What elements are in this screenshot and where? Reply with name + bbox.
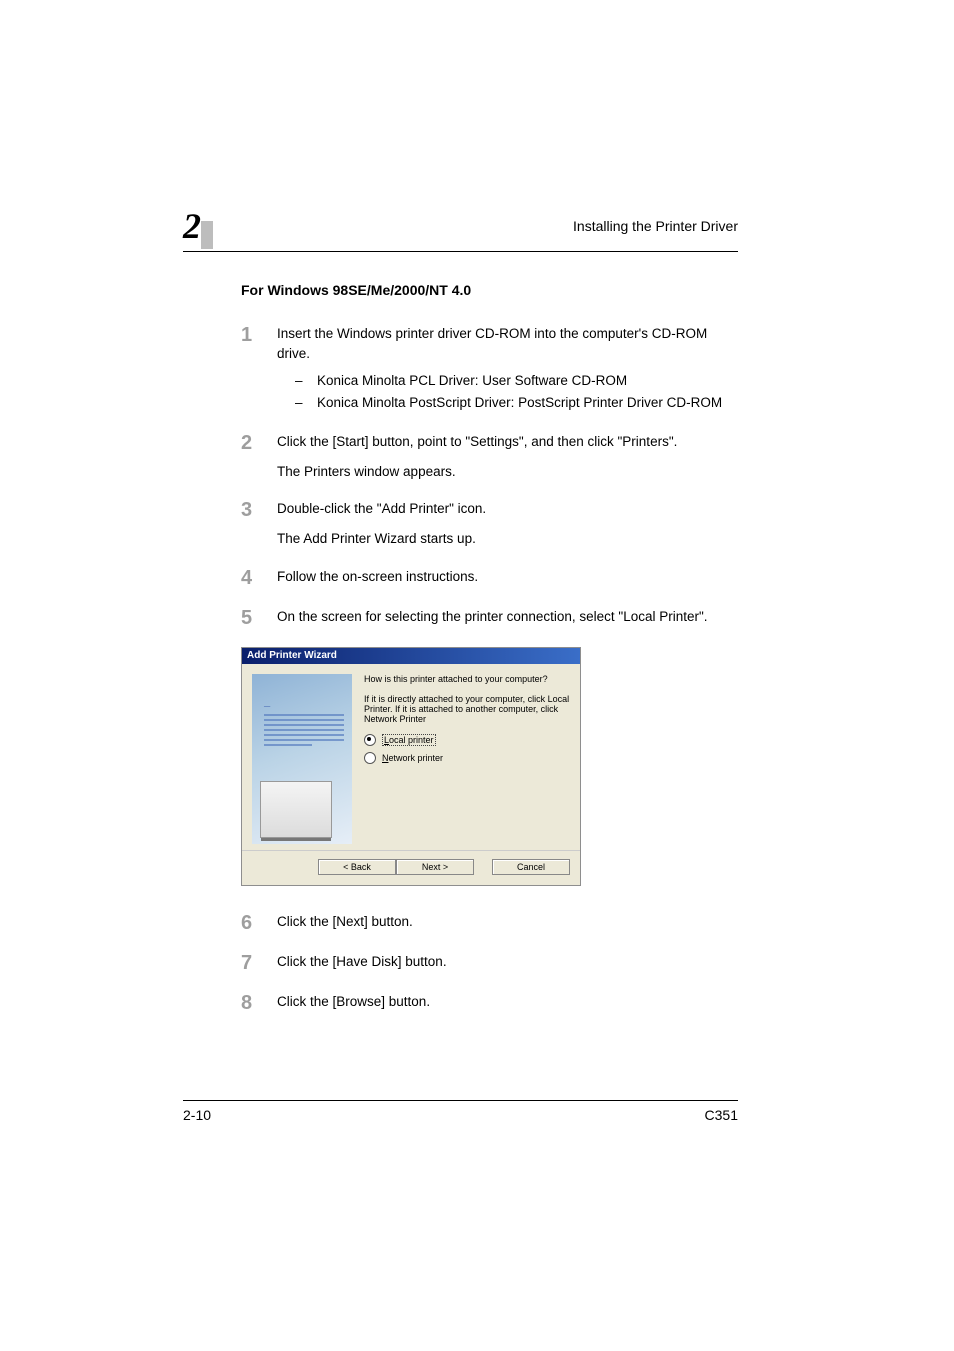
step-number: 6 — [241, 912, 277, 934]
step-text: Click the [Browse] button. — [277, 992, 738, 1012]
step-number: 4 — [241, 567, 277, 589]
wizard-footer: < Back Next > Cancel — [242, 850, 580, 885]
step-number: 1 — [241, 324, 277, 414]
manual-page: 2 Installing the Printer Driver For Wind… — [0, 0, 954, 1351]
wizard-description: If it is directly attached to your compu… — [364, 694, 570, 724]
radio-icon — [364, 734, 376, 746]
step: 8 Click the [Browse] button. — [241, 992, 738, 1014]
wizard-titlebar: Add Printer Wizard — [242, 648, 580, 664]
wizard-body: — How is this printer attached to your c… — [242, 664, 580, 850]
wizard-question: How is this printer attached to your com… — [364, 674, 570, 684]
add-printer-wizard-dialog: Add Printer Wizard — How is this printer… — [241, 647, 581, 886]
next-button[interactable]: Next > — [396, 859, 474, 875]
page-header: 2 Installing the Printer Driver — [183, 205, 738, 252]
step: 5 On the screen for selecting the printe… — [241, 607, 738, 629]
sub-item: – Konica Minolta PCL Driver: User Softwa… — [295, 371, 738, 391]
wizard-content: How is this printer attached to your com… — [352, 674, 570, 844]
back-button[interactable]: < Back — [318, 859, 396, 875]
dash-icon: – — [295, 393, 317, 413]
page-footer: 2-10 C351 — [183, 1100, 738, 1123]
radio-icon — [364, 752, 376, 764]
radio-local-printer[interactable]: Local printer — [364, 734, 570, 746]
sub-text: Konica Minolta PostScript Driver: PostSc… — [317, 393, 722, 413]
chapter-number-shadow — [201, 221, 213, 249]
step: 6 Click the [Next] button. — [241, 912, 738, 934]
step-body: Click the [Start] button, point to "Sett… — [277, 432, 738, 481]
step-text: Double-click the "Add Printer" icon. — [277, 499, 738, 519]
step: 1 Insert the Windows printer driver CD-R… — [241, 324, 738, 414]
step: 3 Double-click the "Add Printer" icon. T… — [241, 499, 738, 548]
model-number: C351 — [705, 1107, 738, 1123]
wizard-sidebar-image: — — [252, 674, 352, 844]
step-text: Click the [Have Disk] button. — [277, 952, 738, 972]
step-after: The Printers window appears. — [277, 462, 738, 482]
radio-label: Local printer — [382, 734, 436, 746]
step-body: Double-click the "Add Printer" icon. The… — [277, 499, 738, 548]
step-number: 5 — [241, 607, 277, 629]
step: 2 Click the [Start] button, point to "Se… — [241, 432, 738, 481]
section-title: For Windows 98SE/Me/2000/NT 4.0 — [241, 282, 738, 298]
step-text: On the screen for selecting the printer … — [277, 607, 738, 627]
step-text: Follow the on-screen instructions. — [277, 567, 738, 587]
header-title: Installing the Printer Driver — [573, 218, 738, 234]
step-after: The Add Printer Wizard starts up. — [277, 529, 738, 549]
step-body: Insert the Windows printer driver CD-ROM… — [277, 324, 738, 414]
step-number: 2 — [241, 432, 277, 481]
step-number: 3 — [241, 499, 277, 548]
page-number: 2-10 — [183, 1107, 211, 1123]
step-body: On the screen for selecting the printer … — [277, 607, 738, 629]
step-text: Click the [Start] button, point to "Sett… — [277, 432, 738, 452]
step: 4 Follow the on-screen instructions. — [241, 567, 738, 589]
step-body: Follow the on-screen instructions. — [277, 567, 738, 589]
sub-text: Konica Minolta PCL Driver: User Software… — [317, 371, 627, 391]
sub-list: – Konica Minolta PCL Driver: User Softwa… — [277, 371, 738, 412]
step-text: Click the [Next] button. — [277, 912, 738, 932]
step: 7 Click the [Have Disk] button. — [241, 952, 738, 974]
step-number: 8 — [241, 992, 277, 1014]
step-number: 7 — [241, 952, 277, 974]
sub-item: – Konica Minolta PostScript Driver: Post… — [295, 393, 738, 413]
step-text: Insert the Windows printer driver CD-ROM… — [277, 324, 738, 363]
content: 2 Installing the Printer Driver For Wind… — [183, 205, 738, 1032]
cancel-button[interactable]: Cancel — [492, 859, 570, 875]
radio-label: Network printer — [382, 753, 443, 763]
dash-icon: – — [295, 371, 317, 391]
radio-network-printer[interactable]: Network printer — [364, 752, 570, 764]
